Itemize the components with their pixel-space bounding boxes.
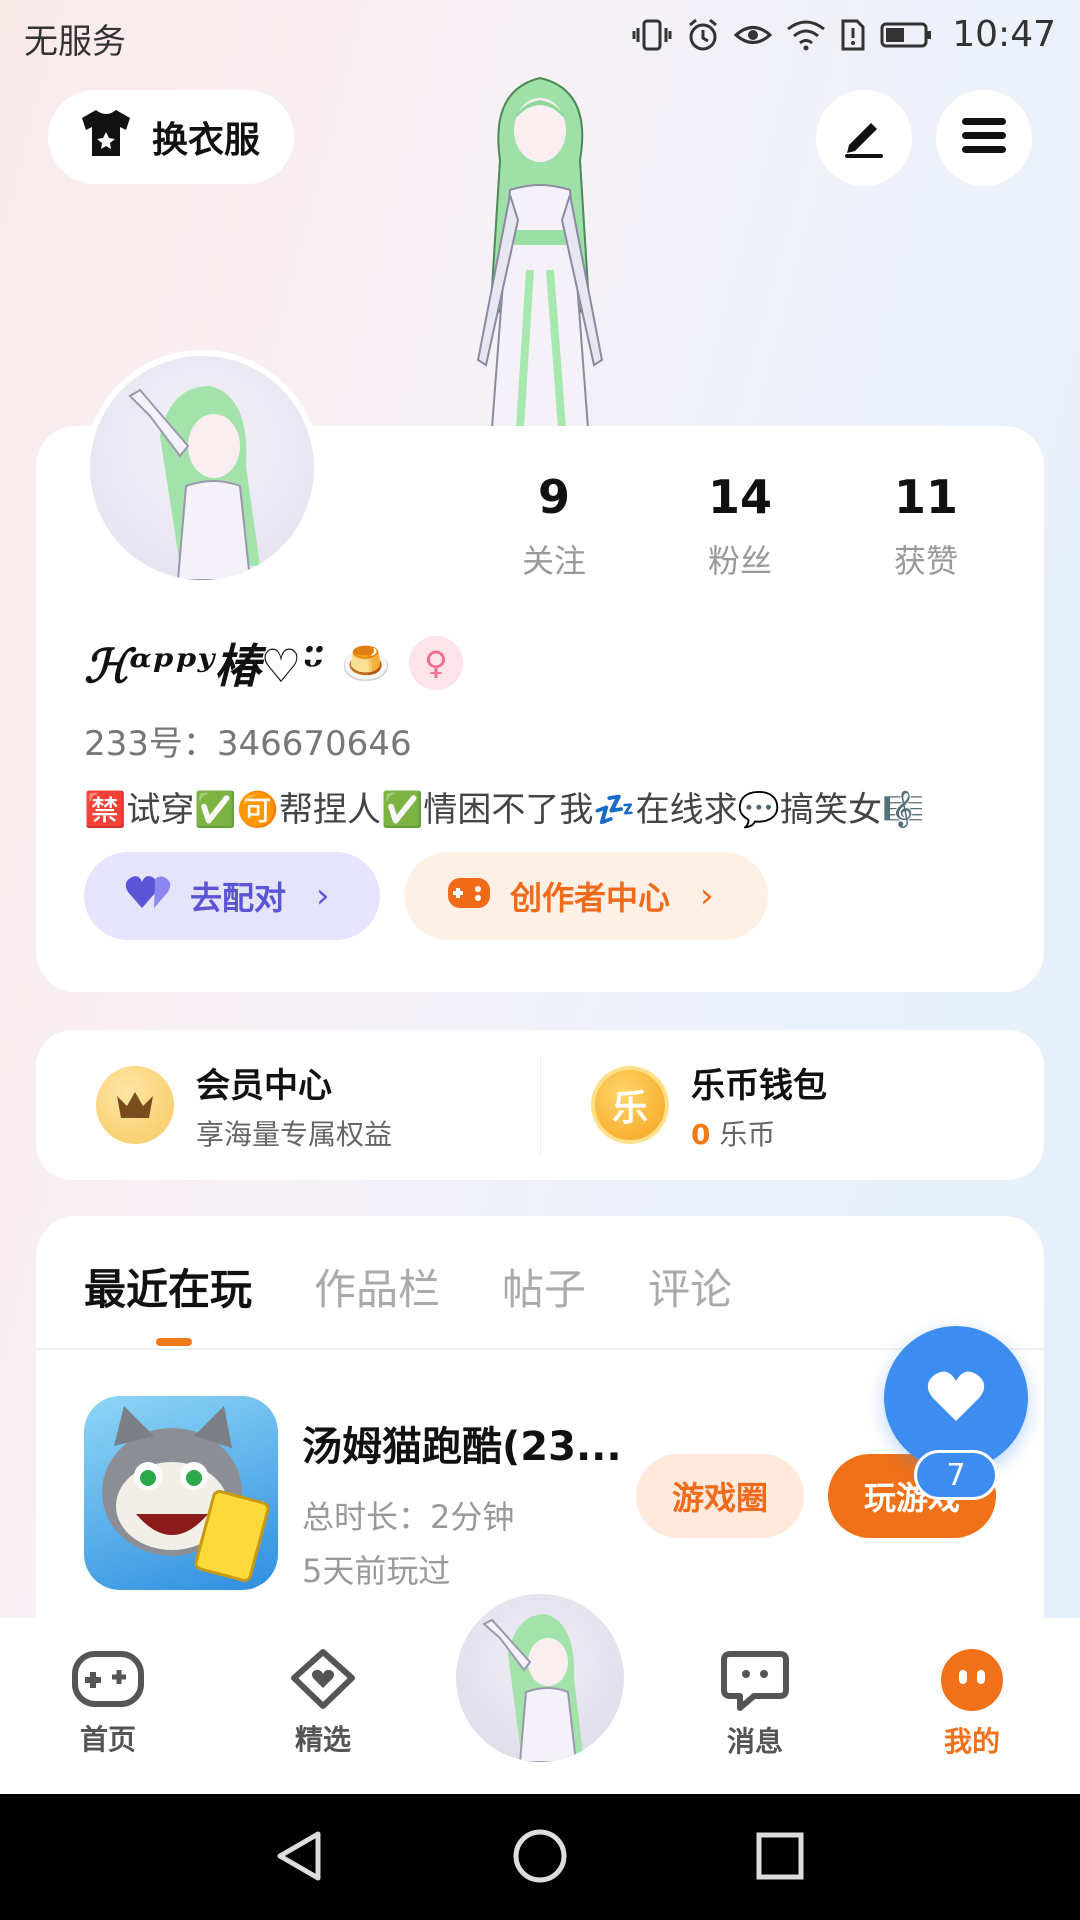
nav-featured-label: 精选 [294,1723,351,1756]
recent-game-row[interactable]: 汤姆猫跑酷(23... 总时长：2分钟 5天前玩过 游戏圈 玩游戏 [84,1396,1014,1592]
wallet-title: 乐币钱包 [691,1065,827,1106]
heart-icon [926,1369,986,1427]
wallet-amount: 0 [691,1117,711,1151]
edit-profile-button[interactable] [816,90,912,186]
home-circle-icon[interactable] [510,1826,570,1890]
profile-avatar[interactable] [84,350,320,586]
avatar-3d-figure[interactable] [420,70,660,429]
shirt-icon [78,108,134,167]
coin-wallet[interactable]: 乐 乐币钱包 0 乐币 [540,1055,1044,1155]
avatar-figure-illustration [476,76,604,429]
nav-me[interactable]: 我的 [897,1648,1047,1760]
member-center-subtitle: 享海量专属权益 [196,1117,393,1151]
wallet-balance: 0 乐币 [691,1113,827,1153]
tab-works[interactable]: 作品栏 [314,1256,440,1317]
tab-divider [36,1348,1044,1350]
system-nav-bar [0,1794,1080,1920]
recents-icon[interactable] [750,1826,810,1890]
clock: 10:47 [952,14,1056,55]
like-float-button[interactable] [884,1326,1028,1470]
avatar-image [90,356,314,580]
nav-messages[interactable]: 消息 [680,1648,830,1760]
change-outfit-button[interactable]: 换衣服 [48,90,294,184]
game-circle-button[interactable]: 游戏圈 [636,1454,804,1538]
creator-center-button[interactable]: 创作者中心 › [404,852,768,940]
vibrate-icon [632,18,672,52]
stat-fans-label: 粉丝 [707,542,772,580]
heart-chat-icon [286,1649,360,1714]
sim-alert-icon [840,18,866,52]
stat-likes-value: 11 [894,470,959,524]
nickname: ℋᵅᵖᵖʸ椿♡ᵕ̈ [84,639,324,693]
change-outfit-label: 换衣服 [152,120,261,161]
hamburger-icon [960,116,1008,160]
status-bar: 无服务 10:47 [0,0,1080,76]
game-icon[interactable] [84,1396,278,1590]
crown-icon [96,1066,174,1144]
chevron-right-icon: › [700,876,714,916]
game-last-played: 5天前玩过 [302,1552,451,1590]
pair-label: 去配对 [190,879,287,917]
eye-icon [734,20,773,50]
creator-center-label: 创作者中心 [510,879,671,917]
stat-fans-value: 14 [707,470,772,524]
active-tab-indicator [156,1338,192,1346]
profile-stats: 9 关注 14 粉丝 11 获赞 [460,470,1020,582]
stat-following-value: 9 [537,470,570,524]
hearts-icon [124,872,172,920]
menu-button[interactable] [936,90,1032,186]
alarm-icon [686,18,720,52]
status-icons: 10:47 [632,14,1056,55]
membership-wallet-card: 会员中心 享海量专属权益 乐 乐币钱包 0 乐币 [36,1030,1044,1180]
pen-icon [841,113,887,163]
stat-following-label: 关注 [521,542,586,580]
nav-avatar-image [482,1614,584,1762]
like-count-badge: 7 [914,1450,998,1500]
back-icon[interactable] [270,1826,330,1890]
wifi-icon [786,19,826,51]
pair-button[interactable]: 去配对 › [84,852,380,940]
game-duration: 总时长：2分钟 [302,1498,515,1536]
nav-home[interactable]: 首页 [33,1648,183,1758]
nav-featured[interactable]: 精选 [248,1648,398,1758]
carrier-label: 无服务 [24,22,126,62]
female-icon: ♀ [408,636,463,690]
message-icon [718,1651,792,1716]
stat-likes[interactable]: 11 获赞 [832,470,1020,582]
bio: 🈲试穿✅🉑帮捏人✅情困不了我💤在线求💬搞笑女🎼 [84,790,925,830]
tab-comments[interactable]: 评论 [648,1256,732,1317]
le-coin-icon: 乐 [591,1066,669,1144]
member-center-title: 会员中心 [196,1065,332,1106]
member-center[interactable]: 会员中心 享海量专属权益 [36,1030,540,1180]
stat-likes-label: 获赞 [894,542,959,580]
battery-icon [880,21,932,49]
nav-home-label: 首页 [79,1723,136,1756]
game-title: 汤姆猫跑酷(23... [302,1424,622,1470]
tab-recent-played[interactable]: 最近在玩 [84,1256,252,1317]
stat-fans[interactable]: 14 粉丝 [648,470,832,582]
wallet-unit: 乐币 [719,1117,776,1151]
nickname-row: ℋᵅᵖᵖʸ椿♡ᵕ̈ 🍮 ♀ [84,630,463,696]
chevron-right-icon: › [316,876,330,916]
gamepad-icon [446,872,492,920]
tab-posts[interactable]: 帖子 [502,1256,586,1317]
nav-messages-label: 消息 [726,1725,783,1758]
stat-following[interactable]: 9 关注 [460,470,648,582]
nav-avatar-button[interactable] [456,1594,624,1762]
content-tabs: 最近在玩 作品栏 帖子 评论 [84,1256,732,1317]
pudding-icon: 🍮 [341,640,391,687]
me-icon [937,1649,1007,1716]
user-id: 233号：346670646 [84,724,412,764]
nav-me-label: 我的 [943,1725,1000,1758]
gamepad-icon [71,1651,145,1714]
